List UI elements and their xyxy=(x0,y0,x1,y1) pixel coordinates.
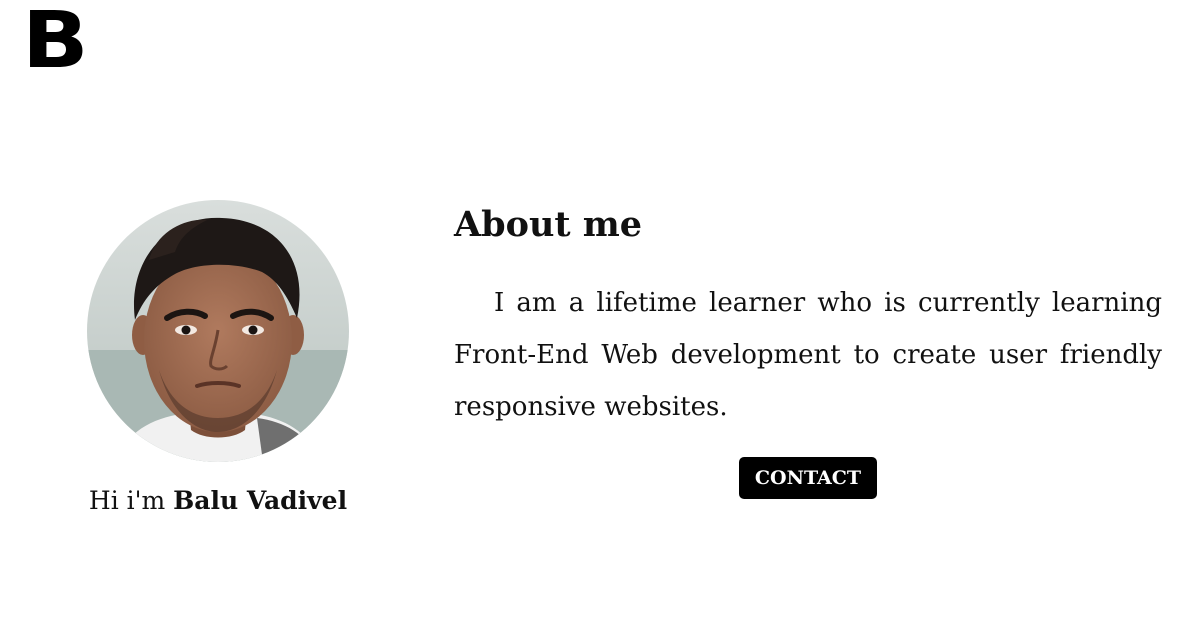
contact-wrap: CONTACT xyxy=(454,457,1162,499)
profile-card: Hi i'm Balu Vadivel xyxy=(60,200,376,516)
about-heading: About me xyxy=(454,204,643,245)
logo[interactable]: B xyxy=(22,2,89,80)
about-paragraph: I am a lifetime learner who is currently… xyxy=(454,288,1162,422)
greeting: Hi i'm Balu Vadivel xyxy=(60,486,376,516)
about-section: About me I am a lifetime learner who is … xyxy=(454,203,1162,499)
contact-button[interactable]: CONTACT xyxy=(738,457,878,499)
avatar xyxy=(87,200,349,462)
avatar-photo xyxy=(87,200,349,462)
profile-name: Balu Vadivel xyxy=(173,486,348,515)
greeting-prefix: Hi i'm xyxy=(88,486,174,515)
page: B Hi i'm Balu Vadivel About me I am a li… xyxy=(0,0,1200,637)
